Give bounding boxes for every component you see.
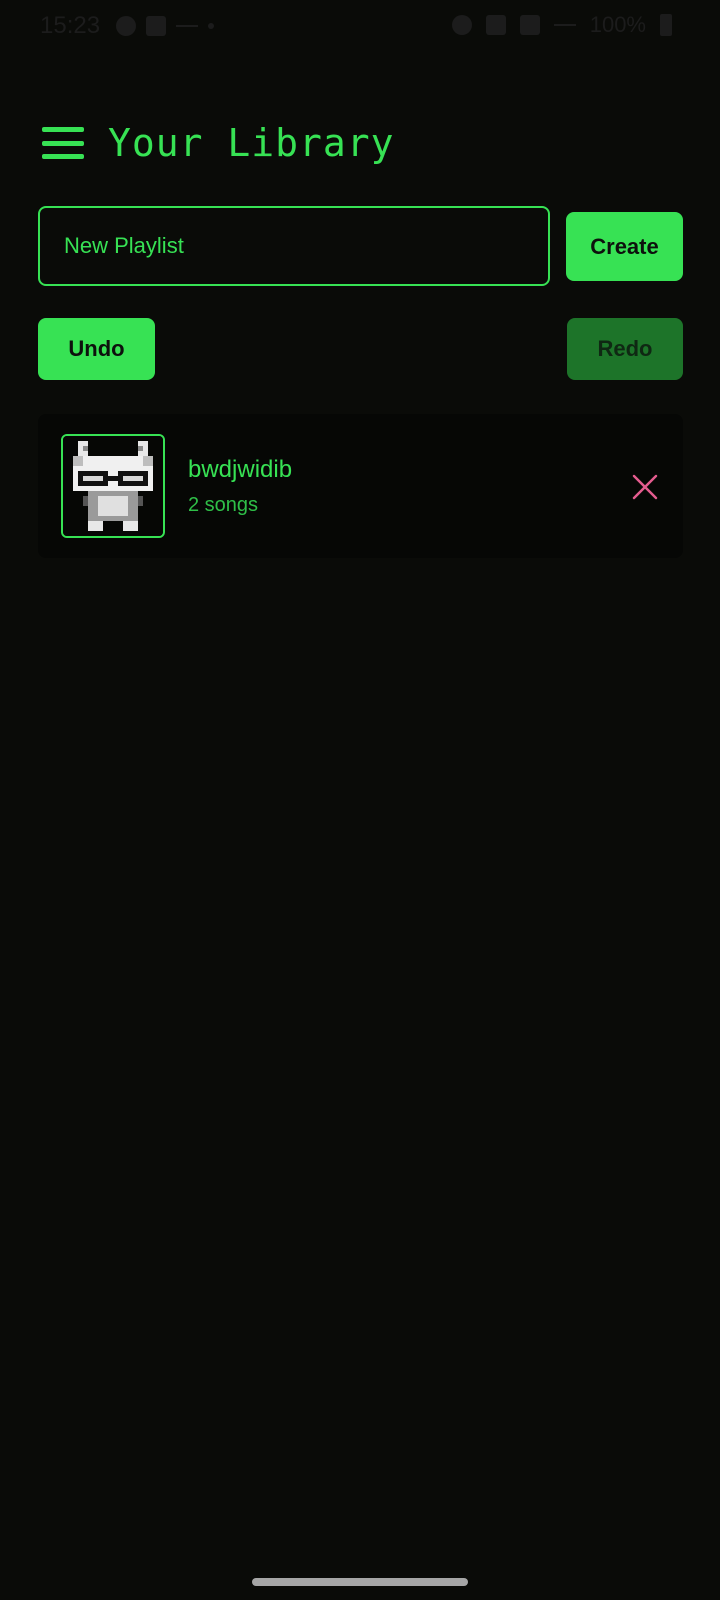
alarm-icon: [451, 15, 472, 35]
redo-button[interactable]: Redo: [567, 318, 683, 380]
signal-icon: [553, 24, 576, 26]
vibrate-icon: [519, 15, 540, 35]
hamburger-menu-icon[interactable]: [42, 127, 84, 159]
notification-icons: [116, 16, 214, 36]
gallery-icon: [146, 16, 166, 36]
new-playlist-field[interactable]: [38, 206, 550, 286]
playlist-name: bwdjwidib: [188, 456, 293, 483]
pixel-cat-icon: [63, 436, 163, 536]
close-icon[interactable]: [632, 474, 658, 500]
dash-icon: [176, 25, 198, 27]
status-bar: 15:23 100%: [0, 0, 720, 52]
header: Your Library: [42, 118, 395, 168]
page-title: Your Library: [108, 121, 395, 165]
more-notifications-icon: [208, 23, 214, 29]
battery-icon: [660, 14, 672, 36]
playlist-song-count: 2 songs: [188, 494, 259, 516]
notification-dot-icon: [116, 16, 136, 36]
undo-button[interactable]: Undo: [38, 318, 155, 380]
battery-percent: 100%: [589, 12, 646, 37]
system-icons: 100%: [451, 12, 672, 38]
status-time: 15:23: [40, 12, 101, 39]
new-playlist-input[interactable]: [62, 232, 548, 260]
playlist-item[interactable]: bwdjwidib 2 songs: [38, 414, 683, 558]
playlist-thumbnail: [61, 434, 165, 538]
home-indicator[interactable]: [252, 1578, 468, 1586]
create-button[interactable]: Create: [566, 212, 683, 281]
bluetooth-icon: [485, 15, 506, 35]
